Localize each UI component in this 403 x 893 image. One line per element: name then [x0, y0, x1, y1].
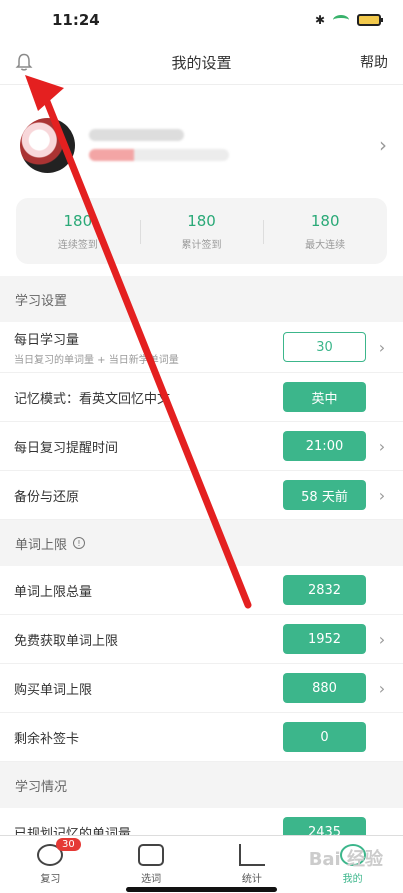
row-subtitle: 当日复习的单词量 + 当日新学单词量	[14, 354, 179, 366]
blurred-username	[89, 129, 184, 141]
top-header: 我的设置 帮助	[0, 40, 403, 85]
stat-label: 最大连续	[305, 239, 346, 251]
chart-icon	[238, 844, 265, 866]
blurred-user-details	[89, 149, 229, 161]
section-learning-settings: 学习设置	[0, 276, 403, 322]
profile-info	[89, 129, 379, 161]
stat-label: 连续签到	[57, 239, 98, 251]
home-indicator[interactable]	[126, 887, 277, 892]
chevron-right-icon[interactable]: ›	[378, 679, 386, 698]
section-learning-status: 学习情况	[0, 762, 403, 808]
row-purchased-word-limit[interactable]: 购买单词上限 880 ›	[0, 664, 403, 713]
book-icon	[138, 844, 165, 866]
free-word-limit-button[interactable]: 1952	[283, 624, 366, 654]
chevron-right-icon[interactable]: ›	[378, 630, 386, 649]
row-title: 备份与还原	[14, 489, 80, 505]
chevron-right-icon[interactable]: ›	[378, 486, 386, 505]
row-title: 记忆模式：看英文回忆中文	[14, 391, 171, 407]
review-badge: 30	[56, 838, 81, 851]
row-remaining-makeup-cards: 剩余补签卡 0	[0, 713, 403, 762]
profile-card: › 180 连续签到 180 累计签到 180 最大连续	[0, 85, 403, 276]
row-title: 剩余补签卡	[14, 731, 80, 747]
reminder-time-button[interactable]: 21:00	[283, 431, 366, 461]
row-title: 每日复习提醒时间	[14, 440, 119, 456]
tab-label: 统计	[241, 874, 262, 885]
info-icon[interactable]: !	[73, 537, 86, 549]
tab-select-words[interactable]: 选词	[101, 836, 202, 893]
row-title: 免费获取单词上限	[14, 633, 119, 649]
stat-value: 180	[310, 211, 340, 230]
row-title: 购买单词上限	[14, 682, 93, 698]
stat-value: 180	[63, 211, 93, 230]
bell-icon[interactable]	[14, 51, 34, 73]
tab-label: 我的	[342, 874, 363, 885]
profile-row[interactable]: ›	[16, 110, 387, 180]
stat-value: 180	[187, 211, 216, 230]
battery-icon	[357, 14, 383, 26]
row-daily-study-amount[interactable]: 每日学习量 当日复习的单词量 + 当日新学单词量 30 ›	[0, 322, 403, 373]
row-backup-restore[interactable]: 备份与还原 58 天前 ›	[0, 471, 403, 520]
tab-label: 选词	[141, 874, 162, 885]
watermark: Bai 经验	[308, 849, 383, 870]
row-free-word-limit[interactable]: 免费获取单词上限 1952 ›	[0, 615, 403, 664]
row-memory-mode[interactable]: 记忆模式：看英文回忆中文 英中	[0, 373, 403, 422]
chevron-right-icon[interactable]: ›	[378, 338, 386, 357]
status-icons: ✱	[314, 13, 383, 27]
page-title: 我的设置	[171, 53, 232, 72]
row-title: 单词上限总量	[14, 584, 93, 600]
row-title: 每日学习量	[14, 332, 80, 348]
row-label-block: 每日学习量 当日复习的单词量 + 当日新学单词量	[14, 329, 283, 366]
stat-max-consecutive: 180 最大连续	[263, 198, 387, 264]
row-review-reminder-time[interactable]: 每日复习提醒时间 21:00 ›	[0, 422, 403, 471]
daily-study-amount-input[interactable]: 30	[283, 332, 366, 362]
stats-panel: 180 连续签到 180 累计签到 180 最大连续	[16, 198, 387, 264]
tab-statistics[interactable]: 统计	[202, 836, 303, 893]
section-word-limits: 单词上限 !	[0, 520, 403, 566]
wifi-icon	[333, 15, 349, 25]
avatar[interactable]	[20, 117, 75, 173]
stat-total-signin: 180 累计签到	[139, 198, 264, 264]
status-time: 11:24	[52, 11, 100, 29]
section-title-text: 单词上限	[15, 537, 68, 553]
backup-button[interactable]: 58 天前	[283, 480, 366, 510]
word-limit-total-value: 2832	[283, 575, 366, 605]
row-word-limit-total: 单词上限总量 2832	[0, 566, 403, 615]
purchased-word-limit-button[interactable]: 880	[283, 673, 366, 703]
stat-label: 累计签到	[181, 239, 222, 251]
bluetooth-icon: ✱	[314, 13, 325, 27]
chevron-right-icon[interactable]: ›	[379, 133, 387, 157]
chevron-right-icon[interactable]: ›	[378, 437, 386, 456]
tab-label: 复习	[40, 874, 61, 885]
makeup-cards-value: 0	[283, 722, 366, 752]
memory-mode-button[interactable]: 英中	[283, 382, 366, 412]
help-link[interactable]: 帮助	[360, 52, 388, 72]
stat-consecutive-signin: 180 连续签到	[16, 198, 140, 264]
tab-review[interactable]: 30 复习	[0, 836, 101, 893]
status-bar: 11:24 ✱	[0, 0, 403, 40]
